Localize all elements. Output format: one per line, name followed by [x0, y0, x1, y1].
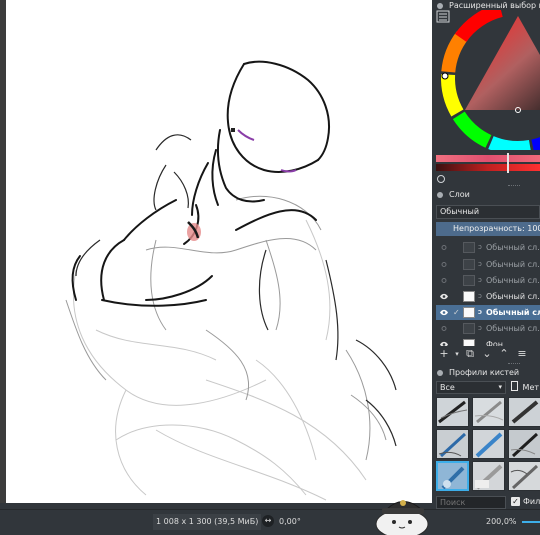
- layers-title: Слои: [449, 190, 470, 199]
- layer-link-icon: ↄ: [478, 260, 482, 268]
- color-cycle-icon[interactable]: [437, 175, 445, 183]
- brush-tag-label: Мет: [522, 383, 540, 392]
- zoom-slider[interactable]: [522, 521, 540, 523]
- brush-preset-grid: [436, 397, 540, 493]
- layer-name: Фон: [486, 340, 504, 346]
- brush-preset[interactable]: [436, 397, 469, 427]
- layer-thumbnail: [463, 259, 475, 270]
- airbrush-icon: [441, 466, 465, 490]
- blue-pencil-icon: [438, 432, 467, 458]
- zoom-readout[interactable]: 200,0%: [486, 514, 517, 530]
- panel-splitter[interactable]: [432, 184, 540, 188]
- color-gradient-slider[interactable]: [436, 155, 540, 162]
- rotate-icon[interactable]: ↔: [262, 515, 274, 527]
- brush-search-input[interactable]: [437, 497, 505, 508]
- filter-checkbox-label: Фил: [523, 497, 540, 506]
- brush-preset[interactable]: [508, 397, 540, 427]
- layer-row[interactable]: ↄ Обычный сл…: [436, 240, 540, 255]
- color-gradient-slider-2[interactable]: [436, 164, 540, 171]
- filter-checkbox[interactable]: ✓: [511, 497, 520, 506]
- checkmark-icon[interactable]: ✓: [453, 305, 460, 320]
- layer-name: Обычный сл…: [486, 276, 540, 285]
- layer-name: Обычный сл…: [486, 260, 540, 269]
- add-layer-icon[interactable]: +: [438, 348, 450, 360]
- brush-presets-title: Профили кистей: [449, 368, 520, 377]
- brush-preset[interactable]: [436, 429, 469, 459]
- layer-thumbnail: [463, 307, 475, 318]
- eye-icon[interactable]: [440, 293, 448, 300]
- brush-preset[interactable]: [508, 461, 540, 491]
- brush-search[interactable]: [436, 496, 506, 509]
- ink-pen-icon: [438, 400, 468, 424]
- layer-thumbnail: [463, 242, 475, 253]
- mascot-cat-image: [375, 500, 429, 535]
- brush-preset[interactable]: [508, 429, 540, 459]
- dock-handle-icon: [437, 370, 443, 376]
- rotation-readout[interactable]: 0,00°: [279, 514, 301, 530]
- layer-name: Обычный сл…: [486, 292, 540, 301]
- brush-filter-value: Все: [440, 383, 455, 392]
- pencil-icon: [474, 400, 504, 424]
- layer-row-selected[interactable]: ✓ ↄ Обычный сл…: [436, 305, 540, 320]
- slider-marker: [507, 153, 509, 173]
- layers-title-bar[interactable]: Слои: [432, 189, 540, 201]
- eye-hidden-icon[interactable]: [440, 244, 448, 251]
- canvas-area[interactable]: [0, 0, 432, 503]
- layer-link-icon: ↄ: [478, 292, 482, 300]
- layer-thumbnail: [463, 291, 475, 302]
- brush-preset[interactable]: [472, 461, 505, 491]
- color-wheel[interactable]: [432, 10, 540, 150]
- layer-name: Обычный сл…: [486, 308, 540, 317]
- move-up-icon[interactable]: ⌃: [498, 348, 510, 360]
- layer-row[interactable]: ↄ Обычный сл…: [436, 289, 540, 304]
- layer-row[interactable]: ↄ Обычный сл…: [436, 257, 540, 272]
- eye-hidden-icon[interactable]: [440, 325, 448, 332]
- brush-preset[interactable]: [472, 429, 505, 459]
- layer-link-icon: ↄ: [478, 308, 483, 316]
- move-down-icon[interactable]: ⌄: [481, 348, 493, 360]
- layer-row[interactable]: ↄ Обычный сл…: [436, 273, 540, 288]
- brush-preset[interactable]: [472, 397, 505, 427]
- layer-link-icon: ↄ: [478, 243, 482, 251]
- drawing-canvas[interactable]: [6, 0, 432, 503]
- layer-name: Обычный сл…: [486, 324, 540, 333]
- dark-pen-icon: [510, 432, 539, 458]
- chevron-down-icon: ▾: [498, 383, 502, 391]
- layer-link-icon: ↄ: [478, 276, 482, 284]
- brush-filter-select[interactable]: Все ▾: [436, 381, 506, 394]
- brush-presets-title-bar[interactable]: Профили кистей: [432, 367, 540, 379]
- eye-hidden-icon[interactable]: [440, 261, 448, 268]
- sketch-artwork: [65, 60, 397, 501]
- smudge-brush-icon: [510, 464, 539, 490]
- brush-preset-selected[interactable]: [436, 461, 469, 491]
- eye-icon[interactable]: [440, 309, 448, 316]
- blend-mode-select[interactable]: Обычный: [436, 205, 540, 219]
- layer-row[interactable]: ↄ Обычный сл…: [436, 321, 540, 336]
- layer-properties-icon[interactable]: ≡: [516, 348, 528, 360]
- eye-hidden-icon[interactable]: [440, 277, 448, 284]
- blender-brush-icon: [475, 464, 503, 490]
- layer-thumbnail: [463, 339, 475, 346]
- layer-row[interactable]: Фон: [436, 337, 540, 346]
- panel-splitter[interactable]: [432, 362, 540, 366]
- layer-name: Обычный сл…: [486, 243, 540, 252]
- add-layer-menu-icon[interactable]: ▾: [451, 348, 463, 360]
- layer-toolbar: + ▾ ⧉ ⌄ ⌃ ≡: [436, 346, 540, 362]
- marker-icon: [511, 400, 539, 424]
- layer-thumbnail: [463, 323, 475, 334]
- layer-thumbnail: [463, 275, 475, 286]
- blue-brush-icon: [475, 432, 503, 458]
- brush-tag-button[interactable]: Мет: [511, 381, 540, 394]
- layer-link-icon: ↄ: [478, 324, 482, 332]
- duplicate-layer-icon[interactable]: ⧉: [464, 348, 476, 360]
- opacity-slider[interactable]: Непрозрачность: 100%: [436, 222, 540, 236]
- tag-icon: [511, 381, 518, 391]
- image-size-readout[interactable]: 1 008 x 1 300 (39,5 МиБ): [153, 514, 262, 530]
- dock-handle-icon: [437, 192, 443, 198]
